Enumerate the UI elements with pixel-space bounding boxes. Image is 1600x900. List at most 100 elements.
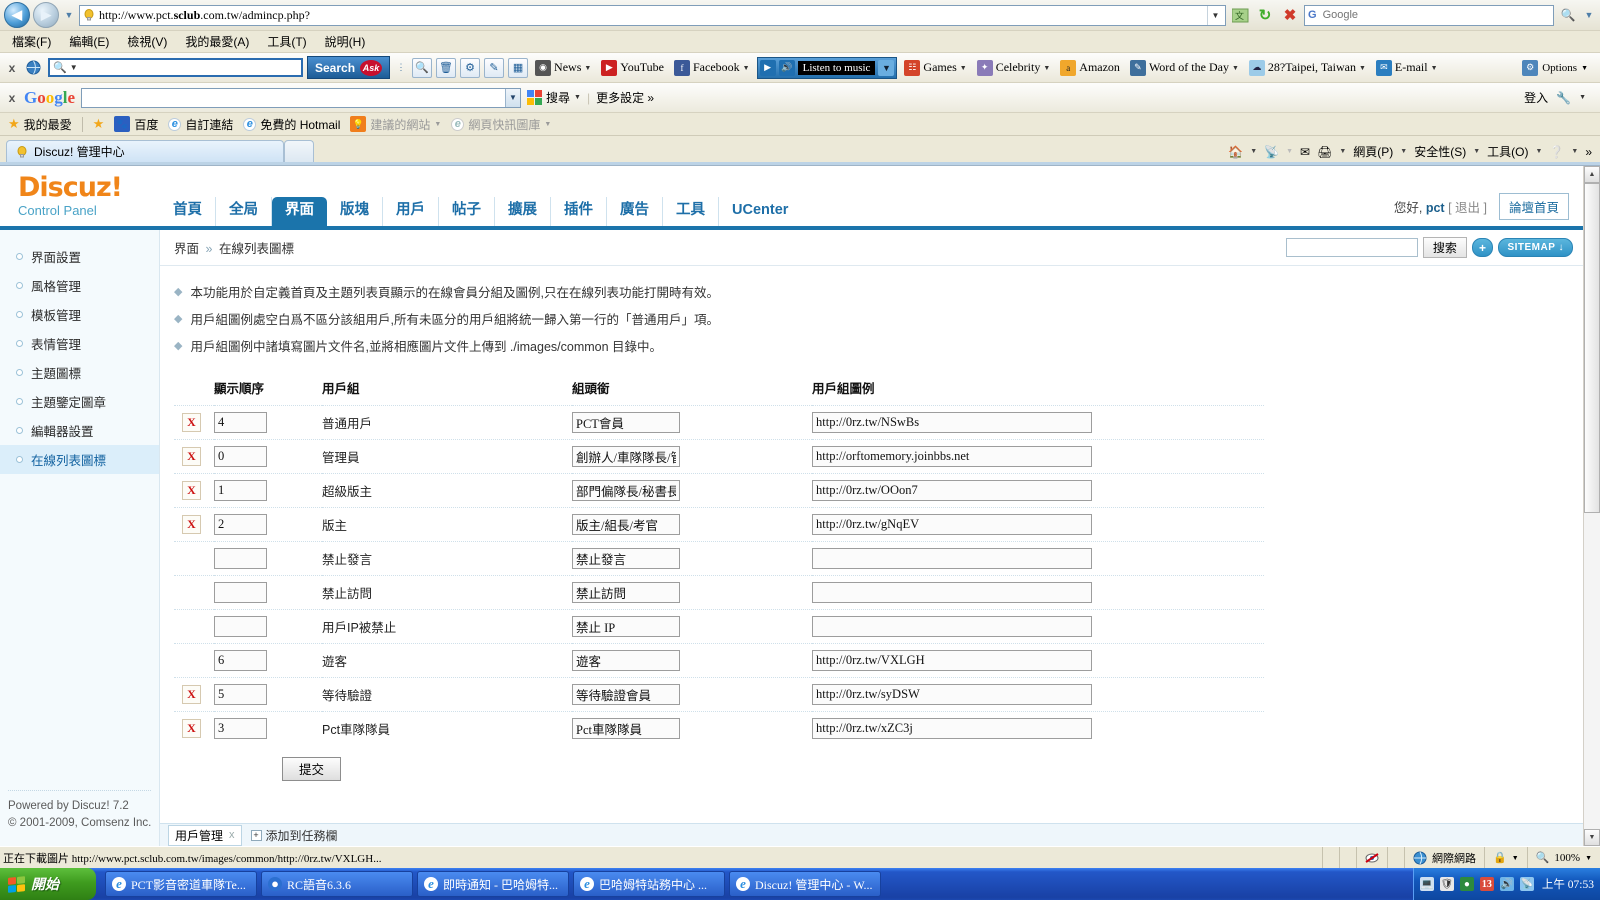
icon-input-7[interactable] [812,649,1092,671]
ask-item-email[interactable]: ✉ E-mail ▼ [1373,59,1441,76]
page-scrollbar[interactable]: ▲ ▼ [1583,166,1600,846]
sidebar-item-3[interactable]: 表情管理 [0,329,159,358]
menu-help[interactable]: 說明(H) [325,33,366,50]
google-wrench-icon[interactable]: 🔧 [1556,91,1571,105]
title-input-5[interactable] [572,581,680,603]
sitemap-button[interactable]: SITEMAP ↓ [1498,238,1573,257]
delete-icon[interactable]: X [182,446,201,466]
delete-icon[interactable]: X [182,412,201,432]
google-search-dropdown-icon[interactable]: ▼ [505,88,521,107]
print-icon[interactable]: 🖨 [1317,145,1332,159]
order-input-7[interactable] [214,649,267,671]
scroll-track[interactable] [1584,183,1600,829]
nav-tab-6[interactable]: 擴展 [495,197,551,226]
scroll-down-button[interactable]: ▼ [1584,829,1600,846]
ask-toolbar-close-icon[interactable]: x [6,61,18,75]
refresh-icon[interactable]: ↻ [1254,4,1276,26]
add-task-button[interactable]: + [1471,238,1494,257]
sidebar-item-7[interactable]: 在線列表圖標 [0,445,159,474]
menu-tools[interactable]: 工具(T) [267,33,306,50]
nav-tab-4[interactable]: 用戶 [383,197,439,226]
ask-search-tool-icon[interactable]: 🔍 [412,57,433,78]
security-zone[interactable]: 網際網路 [1404,847,1484,868]
protected-mode-cell[interactable]: 🔒 ▼ [1484,847,1527,868]
google-search-input[interactable]: ▼ [81,87,522,108]
ask-pencil-icon[interactable]: ✎ [484,57,505,78]
footer-tab-usergroup-management[interactable]: 用戶管理 x [168,824,242,846]
admin-search-input[interactable] [1285,238,1418,257]
delete-icon[interactable]: X [182,718,201,738]
start-button[interactable]: 開始 [0,868,96,900]
speaker-icon[interactable]: 🔊 [778,59,795,76]
ask-item-weather[interactable]: ☁ 28?Taipei, Taiwan ▼ [1246,59,1369,76]
google-signin[interactable]: 登入 🔧 ▼ [1524,89,1594,106]
translate-icon[interactable]: 文 [1229,4,1251,26]
ask-history-caret-icon[interactable]: ▼ [70,63,78,72]
title-input-3[interactable] [572,513,680,535]
title-input-9[interactable] [572,717,680,739]
ask-item-celebrity[interactable]: ✦ Celebrity ▼ [974,59,1054,76]
menu-view[interactable]: 檢視(V) [127,33,167,50]
order-input-6[interactable] [214,615,267,637]
icon-input-1[interactable] [812,445,1092,467]
taskbar-clock[interactable]: 上午 07:53 [1540,876,1594,892]
google-more-settings[interactable]: 更多設定 » [596,89,654,106]
tray-shield-icon[interactable]: 🛡 [1439,877,1454,891]
google-toolbar-close-icon[interactable]: x [6,91,18,105]
favorite-suggested-sites[interactable]: 💡 建議的網站 ▼ [350,116,441,133]
favorite-custom-links[interactable]: e 自訂連結 [168,116,233,133]
address-input[interactable]: http://www.pct.sclub.com.tw/admincp.php?… [79,4,1226,26]
browser-search-box[interactable]: G [1304,4,1554,26]
overflow-icon[interactable]: » [1585,145,1592,159]
menu-tools-cmd[interactable]: 工具(O) [1487,143,1528,160]
tray-green-icon[interactable]: ● [1459,877,1474,891]
order-input-2[interactable] [214,479,267,501]
menu-file[interactable]: 檔案(F) [12,33,51,50]
stop-icon[interactable]: ✖ [1279,4,1301,26]
order-input-0[interactable] [214,411,267,433]
add-favorite-icon[interactable]: ★ [93,116,105,132]
nav-tab-2[interactable]: 界面 [272,197,327,226]
tray-monitor-icon[interactable]: 💻 [1419,877,1434,891]
music-dropdown-icon[interactable]: ▼ [878,59,895,76]
address-dropdown-icon[interactable]: ▼ [1207,5,1223,25]
breadcrumb-root[interactable]: 界面 [174,242,199,256]
delete-icon[interactable]: X [182,480,201,500]
ask-item-facebook[interactable]: f Facebook ▼ [671,59,753,76]
title-input-1[interactable] [572,445,680,467]
nav-tab-5[interactable]: 帖子 [439,197,495,226]
browser-search-input[interactable] [1320,8,1550,22]
submit-button[interactable]: 提交 [282,756,342,781]
sidebar-item-5[interactable]: 主題鑒定圖章 [0,387,159,416]
browser-tab-discuz[interactable]: Discuz! 管理中心 [6,140,284,162]
scroll-up-button[interactable]: ▲ [1584,166,1600,183]
order-input-9[interactable] [214,717,267,739]
title-input-7[interactable] [572,649,680,671]
favorite-web-slice-gallery[interactable]: e 網頁快訊圖庫 ▼ [451,116,551,133]
taskbar-task-2[interactable]: e 即時通知 - 巴哈姆特... [417,871,569,897]
nav-tab-0[interactable]: 首頁 [160,197,216,226]
order-input-8[interactable] [214,683,267,705]
order-input-1[interactable] [214,445,267,467]
footer-tab-close-icon[interactable]: x [229,829,235,841]
title-input-2[interactable] [572,479,680,501]
title-input-4[interactable] [572,547,680,569]
title-input-6[interactable] [572,615,680,637]
tray-badge-icon[interactable]: 13 [1479,877,1494,891]
icon-input-3[interactable] [812,513,1092,535]
favorite-baidu[interactable]: 🐾 百度 [114,116,158,133]
new-tab-button[interactable] [284,140,314,162]
delete-icon[interactable]: X [182,514,201,534]
menu-page[interactable]: 網頁(P) [1353,143,1393,160]
nav-tab-10[interactable]: UCenter [719,197,801,226]
help-icon[interactable]: ❔ [1549,145,1564,159]
admin-search-button[interactable]: 搜索 [1422,237,1467,258]
taskbar-task-0[interactable]: e PCT影音密道車隊Te... [105,871,257,897]
phishing-filter-icon[interactable] [1356,847,1387,868]
favorites-button[interactable]: ★ 我的最愛 [8,116,72,133]
recent-pages-dropdown-icon[interactable]: ▼ [62,10,76,20]
icon-input-5[interactable] [812,581,1092,603]
feeds-icon[interactable]: 📡 [1264,145,1279,159]
order-input-5[interactable] [214,581,267,603]
search-provider-dropdown-icon[interactable]: ▼ [1582,10,1596,20]
